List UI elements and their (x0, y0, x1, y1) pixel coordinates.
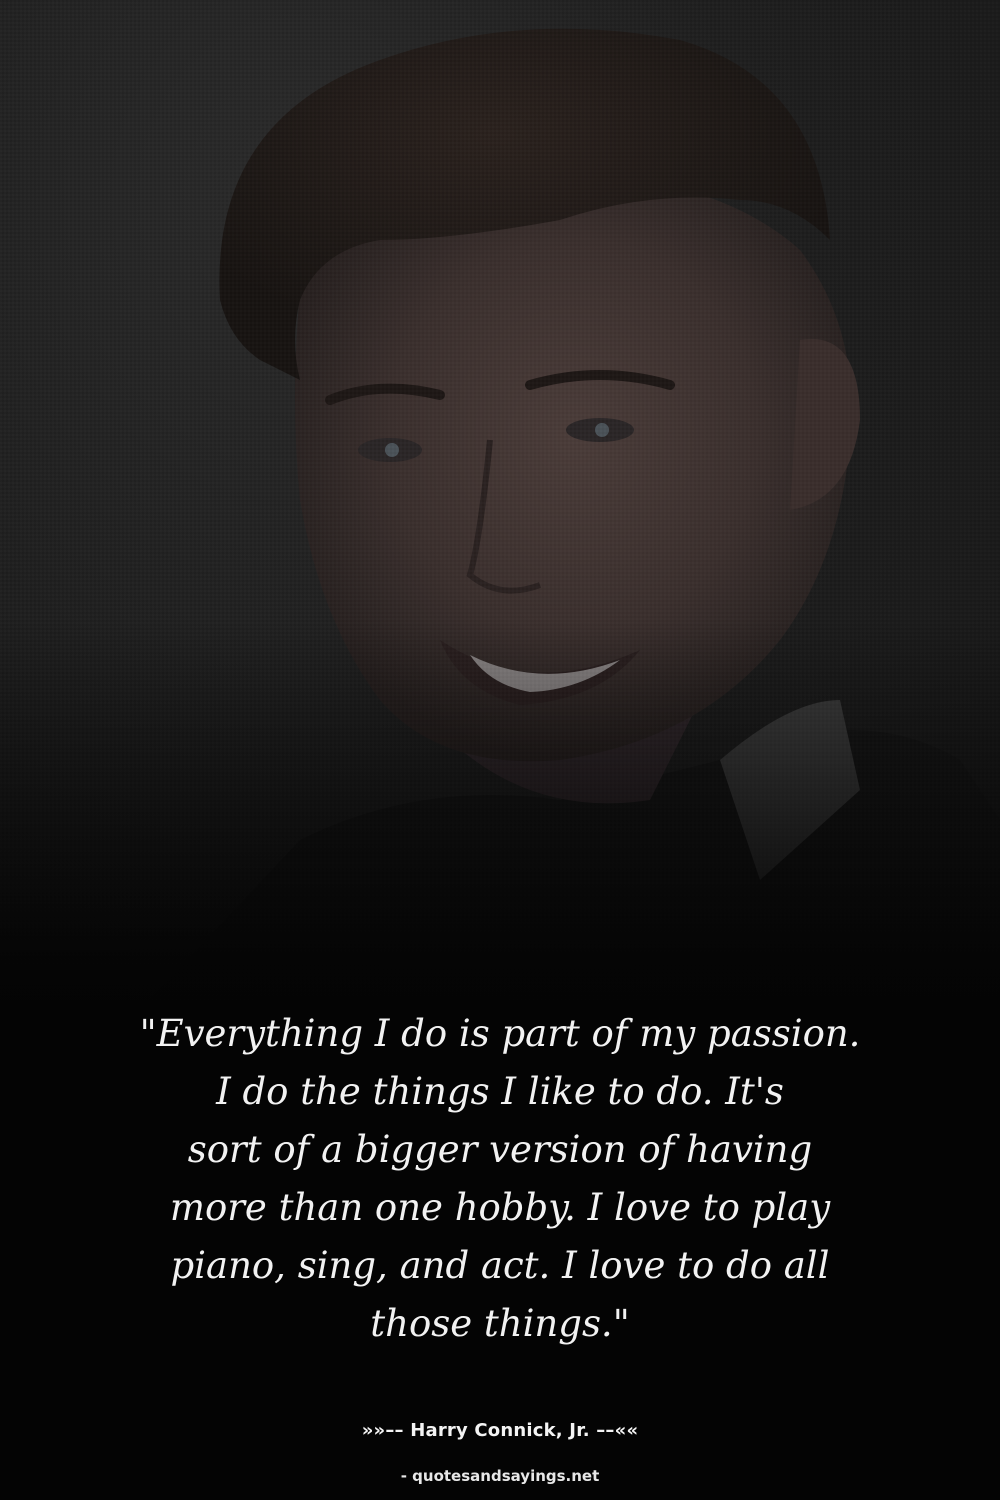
quote-author: »»–– Harry Connick, Jr. ––«« (361, 1420, 639, 1441)
quote-line: sort of a bigger version of having (187, 1128, 813, 1171)
quote-text: "Everything I do is part of my passion. … (90, 1005, 910, 1353)
quote-line: those things." (370, 1302, 630, 1345)
site-watermark: - quotesandsayings.net (400, 1467, 600, 1485)
quote-line: I do the things I like to do. It's (216, 1070, 784, 1113)
quote-line: "Everything I do is part of my passion. (139, 1012, 861, 1055)
quote-card: "Everything I do is part of my passion. … (0, 0, 1000, 1500)
quote-line: piano, sing, and act. I love to do all (170, 1244, 830, 1287)
bottom-fade-overlay (0, 620, 1000, 1040)
quote-line: more than one hobby. I love to play (169, 1186, 831, 1229)
